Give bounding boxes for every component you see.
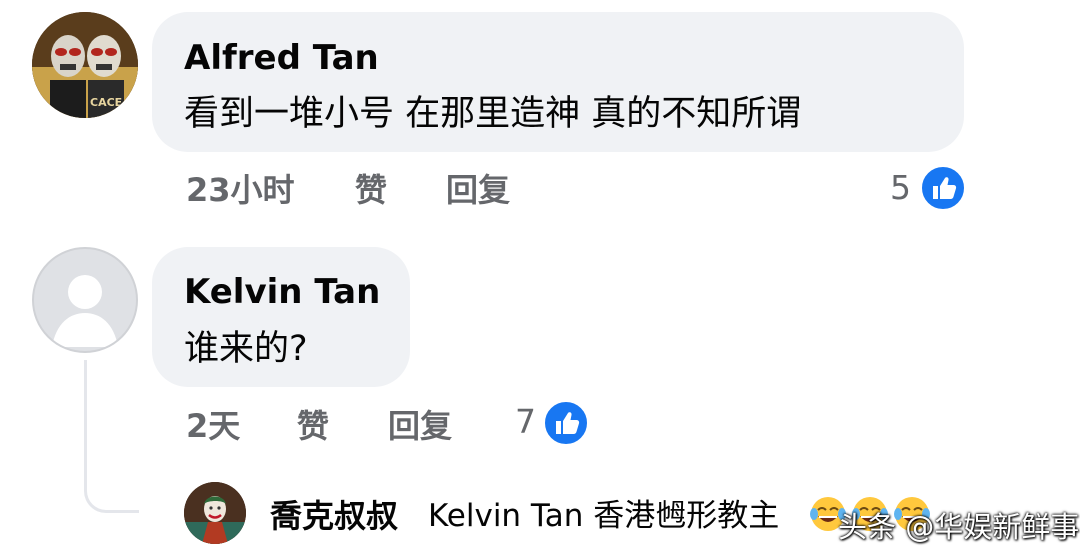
- avatar-joker-uncle[interactable]: [184, 482, 246, 544]
- comment-author[interactable]: Kelvin Tan: [184, 272, 380, 312]
- thumbs-up-icon[interactable]: [543, 400, 589, 446]
- reply-thread-line: [84, 360, 139, 513]
- reply-text: Kelvin Tan 香港乸形教主: [428, 498, 780, 534]
- comment-text: 看到一堆小号 在那里造神 真的不知所谓: [184, 94, 802, 134]
- avatar-kelvin-tan[interactable]: [32, 247, 138, 353]
- comment-timestamp[interactable]: 23小时: [186, 170, 295, 210]
- masked-figures-photo: CACE: [32, 12, 138, 118]
- reply-author[interactable]: 喬克叔叔: [270, 496, 398, 536]
- watermark: 头条 @华娱新鲜事: [838, 510, 1080, 544]
- reply-button[interactable]: 回复: [388, 406, 452, 446]
- reply-button[interactable]: 回复: [446, 170, 510, 210]
- thumbs-up-icon[interactable]: [920, 165, 966, 211]
- comment-author[interactable]: Alfred Tan: [184, 38, 379, 78]
- comment-timestamp[interactable]: 2天: [186, 406, 240, 446]
- avatar-alfred-tan[interactable]: CACE: [32, 12, 138, 118]
- default-person-icon: [52, 275, 118, 347]
- comment-text: 谁来的?: [184, 329, 308, 369]
- reaction-count[interactable]: 5: [890, 168, 911, 208]
- joker-portrait-photo: [184, 482, 246, 544]
- like-button[interactable]: 赞: [297, 406, 329, 446]
- like-button[interactable]: 赞: [355, 170, 387, 210]
- reaction-count[interactable]: 7: [515, 402, 536, 442]
- svg-text:CACE: CACE: [90, 96, 122, 109]
